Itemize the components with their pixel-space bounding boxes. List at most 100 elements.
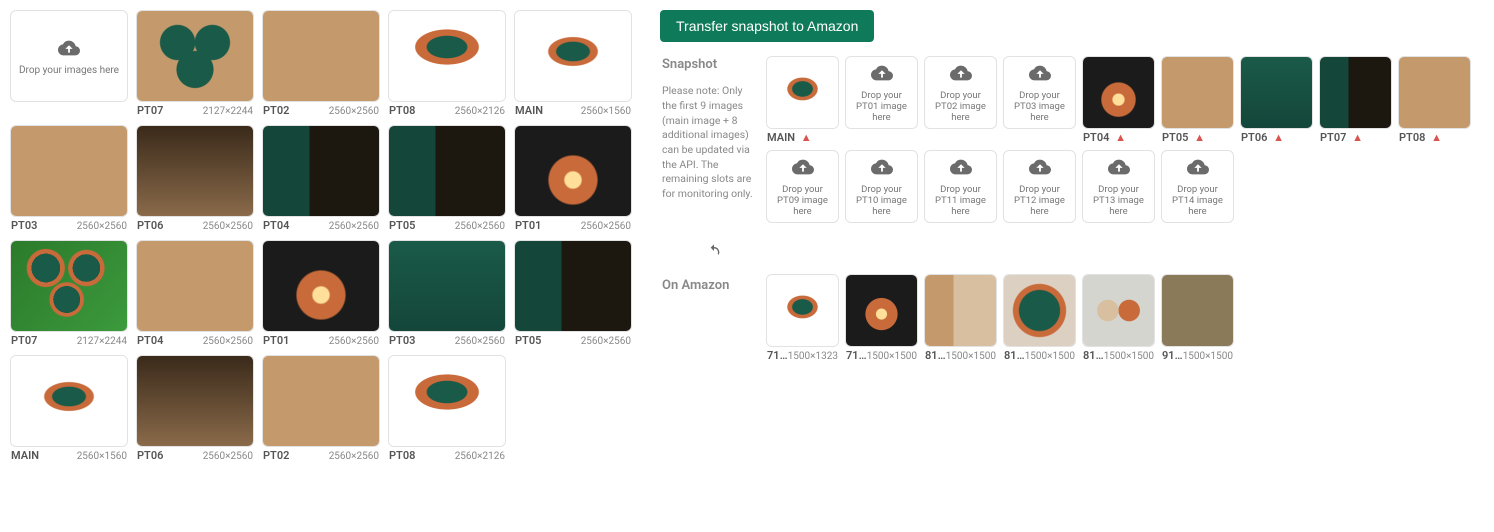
- source-image-label: PT02: [263, 104, 289, 117]
- amazon-image-dim: 1500×1500: [867, 351, 917, 362]
- source-image[interactable]: [10, 355, 128, 447]
- source-image[interactable]: [136, 125, 254, 217]
- source-image[interactable]: [10, 125, 128, 217]
- source-image-dim: 2560×2560: [329, 106, 379, 117]
- source-image-label: PT03: [11, 219, 37, 232]
- amazon-image[interactable]: [924, 274, 997, 347]
- source-image-label: PT08: [389, 104, 415, 117]
- source-image-dim: 2127×2244: [203, 106, 253, 117]
- source-image-dim: 2560×2560: [329, 451, 379, 462]
- source-image-label: PT03: [389, 334, 415, 347]
- amazon-image-label: 81…: [925, 349, 946, 362]
- warning-icon: ▲: [1273, 131, 1284, 144]
- drop-zone-main[interactable]: Drop your images here: [10, 10, 128, 102]
- source-image-dim: 2560×2560: [455, 221, 505, 232]
- snapshot-drop-zone[interactable]: Drop your PT12 image here: [1003, 150, 1076, 223]
- source-image[interactable]: [136, 10, 254, 102]
- source-image-label: PT06: [137, 219, 163, 232]
- snapshot-drop-zone[interactable]: Drop your PT09 image here: [766, 150, 839, 223]
- source-image-label: PT07: [137, 104, 163, 117]
- source-image[interactable]: [262, 10, 380, 102]
- source-image[interactable]: [136, 355, 254, 447]
- transfer-button[interactable]: Transfer snapshot to Amazon: [660, 10, 874, 42]
- snapshot-slot[interactable]: [1319, 56, 1392, 129]
- snapshot-drop-zone[interactable]: Drop your PT14 image here: [1161, 150, 1234, 223]
- snapshot-drop-zone[interactable]: Drop your PT11 image here: [924, 150, 997, 223]
- snapshot-slot[interactable]: [1398, 56, 1471, 129]
- source-image[interactable]: [262, 355, 380, 447]
- source-image[interactable]: [514, 10, 632, 102]
- source-image-label: MAIN: [11, 449, 39, 462]
- source-image-dim: 2560×2560: [203, 451, 253, 462]
- source-image-label: PT05: [515, 334, 541, 347]
- source-image-label: PT06: [137, 449, 163, 462]
- source-image-dim: 2560×2126: [455, 451, 505, 462]
- amazon-image-dim: 1500×1500: [1025, 351, 1075, 362]
- undo-icon[interactable]: [706, 248, 722, 262]
- snapshot-drop-zone[interactable]: Drop your PT10 image here: [845, 150, 918, 223]
- source-image-dim: 2560×2560: [329, 336, 379, 347]
- source-image-label: PT05: [389, 219, 415, 232]
- snapshot-slot[interactable]: [766, 56, 839, 129]
- source-image-dim: 2560×2560: [581, 221, 631, 232]
- snapshot-drop-zone[interactable]: Drop your PT01 image here: [845, 56, 918, 129]
- snapshot-slot-label: PT05 ▲: [1162, 131, 1205, 144]
- source-image-label: PT08: [389, 449, 415, 462]
- source-image-dim: 2127×2244: [77, 336, 127, 347]
- amazon-image-label: 81…: [1004, 349, 1025, 362]
- amazon-image-dim: 1500×1500: [1104, 351, 1154, 362]
- amazon-image-label: 71…: [846, 349, 867, 362]
- source-image[interactable]: [262, 125, 380, 217]
- snapshot-slot[interactable]: [1240, 56, 1313, 129]
- source-image[interactable]: [388, 10, 506, 102]
- source-image-dim: 2560×2560: [77, 221, 127, 232]
- snapshot-slot-label: PT07 ▲: [1320, 131, 1363, 144]
- snapshot-slot-label: PT08 ▲: [1399, 131, 1442, 144]
- source-image[interactable]: [514, 125, 632, 217]
- warning-icon: ▲: [1115, 131, 1126, 144]
- source-image[interactable]: [262, 240, 380, 332]
- amazon-image[interactable]: [1003, 274, 1076, 347]
- source-image[interactable]: [514, 240, 632, 332]
- source-image-dim: 2560×2126: [455, 106, 505, 117]
- snapshot-slot-label: PT04 ▲: [1083, 131, 1126, 144]
- amazon-image[interactable]: [1082, 274, 1155, 347]
- source-images-pane: Drop your images here PT07 2127×2244 PT02 25…: [10, 10, 650, 462]
- source-image[interactable]: [388, 355, 506, 447]
- snapshot-info: Snapshot Please note: Only the first 9 i…: [662, 56, 754, 223]
- source-image-label: PT04: [137, 334, 163, 347]
- source-image[interactable]: [10, 240, 128, 332]
- snapshot-slot[interactable]: [1082, 56, 1155, 129]
- warning-icon: ▲: [1194, 131, 1205, 144]
- source-image-dim: 2560×2560: [203, 336, 253, 347]
- source-image-dim: 2560×1560: [77, 451, 127, 462]
- source-image[interactable]: [388, 240, 506, 332]
- source-image[interactable]: [388, 125, 506, 217]
- right-pane: Transfer snapshot to Amazon Snapshot Ple…: [662, 10, 1484, 462]
- amazon-image-label: 71…: [767, 349, 788, 362]
- amazon-image[interactable]: [845, 274, 918, 347]
- amazon-image-label: 91…: [1162, 349, 1183, 362]
- source-image[interactable]: [136, 240, 254, 332]
- source-image-label: PT01: [515, 219, 541, 232]
- snapshot-drop-zone[interactable]: Drop your PT03 image here: [1003, 56, 1076, 129]
- snapshot-title: Snapshot: [662, 56, 754, 74]
- snapshot-note: Please note: Only the first 9 images (ma…: [662, 84, 754, 202]
- source-image-label: PT07: [11, 334, 37, 347]
- snapshot-drop-zone[interactable]: Drop your PT13 image here: [1082, 150, 1155, 223]
- amazon-image-dim: 1500×1323: [788, 351, 838, 362]
- amazon-image[interactable]: [766, 274, 839, 347]
- source-image-label: PT01: [263, 334, 289, 347]
- warning-icon: ▲: [801, 131, 812, 144]
- snapshot-slot[interactable]: [1161, 56, 1234, 129]
- drop-zone-label: Drop your images here: [19, 65, 119, 76]
- snapshot-drop-zone[interactable]: Drop your PT02 image here: [924, 56, 997, 129]
- source-image-dim: 2560×2560: [203, 221, 253, 232]
- amazon-image-dim: 1500×1500: [946, 351, 996, 362]
- amazon-image[interactable]: [1161, 274, 1234, 347]
- snapshot-slot-label: PT06 ▲: [1241, 131, 1284, 144]
- source-image-label: PT02: [263, 449, 289, 462]
- warning-icon: ▲: [1352, 131, 1363, 144]
- on-amazon-title: On Amazon: [662, 274, 754, 293]
- source-image-label: PT04: [263, 219, 289, 232]
